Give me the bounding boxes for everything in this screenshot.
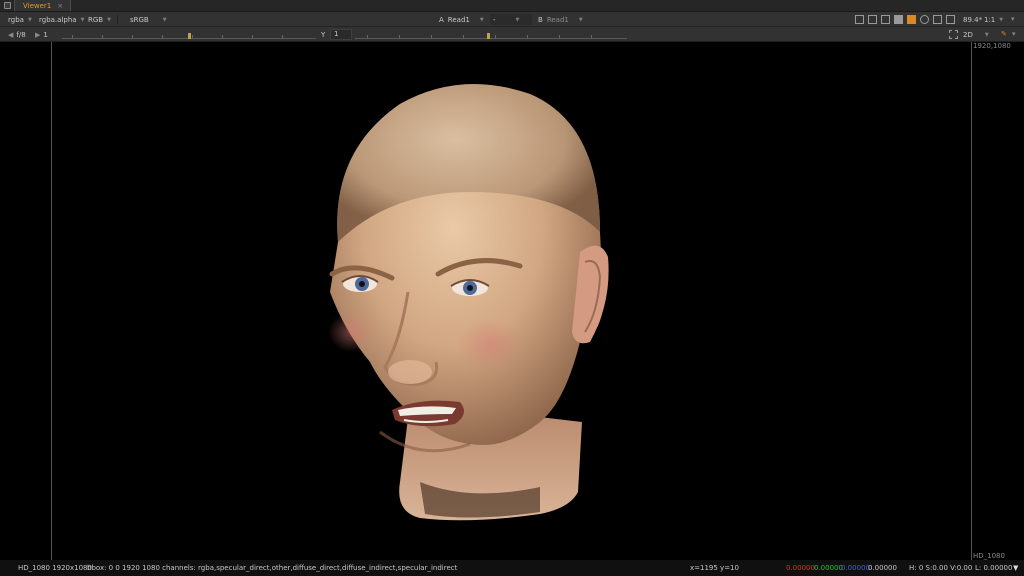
slider-tick bbox=[102, 35, 103, 38]
format-info: HD_1080 1920x1080 bbox=[18, 564, 92, 572]
refresh-icon[interactable] bbox=[920, 15, 929, 24]
slider-tick bbox=[431, 35, 432, 38]
pane-menu-icon[interactable] bbox=[0, 0, 14, 11]
gain-slider[interactable] bbox=[62, 30, 316, 39]
pixel-alpha-value: 0.00000 bbox=[868, 564, 897, 572]
toolbar-divider bbox=[117, 15, 118, 24]
layer-dropdown[interactable]: rgba ▼ bbox=[5, 14, 33, 25]
head-render-image bbox=[328, 84, 609, 521]
view-mode-value: 2D bbox=[963, 30, 973, 39]
roi-icon[interactable] bbox=[855, 15, 864, 24]
zoom-dropdown[interactable]: 89.4* bbox=[960, 14, 982, 25]
chevron-left-icon: ◀ bbox=[8, 30, 14, 39]
brush-icon[interactable]: ✎ bbox=[1001, 30, 1010, 39]
viewer-canvas[interactable]: 1920,1080 HD_1080 bbox=[0, 42, 1024, 560]
layer-dropdown-value: rgba bbox=[8, 15, 24, 24]
fps-label: f/8 bbox=[16, 30, 26, 39]
chevron-down-icon: ▼ bbox=[999, 16, 1004, 23]
chevron-right-icon: ▶ bbox=[35, 30, 41, 39]
slider-tick bbox=[192, 35, 193, 38]
slider-tick bbox=[252, 35, 253, 38]
chevron-down-icon: ▼ bbox=[984, 31, 989, 38]
lock-icon[interactable] bbox=[933, 15, 942, 24]
pixel-green-value: 0.00000 bbox=[814, 564, 843, 572]
pause-icon[interactable] bbox=[946, 15, 955, 24]
slider-tick bbox=[591, 35, 592, 38]
frame-field[interactable]: ▶ 1 bbox=[32, 29, 58, 40]
chevron-down-icon: ▼ bbox=[515, 16, 520, 23]
chevron-down-icon: ▼ bbox=[107, 16, 111, 23]
viewer-status-bar: HD_1080 1920x1080 bbox: 0 0 1920 1080 ch… bbox=[0, 560, 1024, 576]
tab-label: Viewer1 bbox=[23, 1, 52, 10]
compare-mode-dropdown[interactable]: - ▼ bbox=[490, 14, 532, 25]
fps-control[interactable]: ◀ f/8 bbox=[5, 29, 33, 40]
chevron-down-icon: ▼ bbox=[162, 16, 167, 23]
slider-tick bbox=[527, 35, 528, 38]
slider-tick bbox=[282, 35, 283, 38]
viewer-toolbar-bottom: ◀ f/8 ▶ 1 Y 1 2D ▼ ✎ ▾ bbox=[0, 27, 1024, 42]
display-mode-value: RGB bbox=[88, 15, 104, 24]
gamma-slider[interactable] bbox=[355, 30, 627, 39]
input-a-letter: A bbox=[439, 15, 444, 24]
proxy-ratio-value: 1:1 bbox=[984, 15, 996, 24]
slider-tick bbox=[367, 35, 368, 38]
channel-dropdown[interactable]: rgba.alpha ▼ bbox=[36, 14, 86, 25]
slider-tick bbox=[559, 35, 560, 38]
frame-value: 1 bbox=[43, 30, 48, 39]
compare-mode-value: - bbox=[493, 15, 496, 24]
status-menu-icon[interactable]: ▼ bbox=[1013, 564, 1018, 572]
crop-icon[interactable] bbox=[949, 30, 958, 39]
safe-area-icon[interactable] bbox=[868, 15, 877, 24]
lut-dropdown[interactable]: sRGB ▼ bbox=[127, 14, 169, 25]
gamma-letter: Y bbox=[321, 30, 326, 39]
input-b-letter: B bbox=[538, 15, 543, 24]
dropdown-icon[interactable]: ▾ bbox=[1012, 30, 1021, 39]
viewer-toolbar-top: rgba ▼ rgba.alpha ▼ RGB ▼ sRGB ▼ A Read1 ▼ - ▼… bbox=[0, 12, 1024, 27]
slider-tick bbox=[132, 35, 133, 38]
gamma-field[interactable]: 1 bbox=[330, 29, 352, 40]
chevron-down-icon: ▼ bbox=[578, 16, 583, 23]
proxy-icon[interactable] bbox=[907, 15, 916, 24]
slider-handle[interactable] bbox=[188, 33, 191, 39]
chevron-down-icon: ▼ bbox=[27, 16, 32, 23]
chevron-down-icon: ▼ bbox=[80, 16, 85, 23]
channel-dropdown-value: rgba.alpha bbox=[39, 15, 77, 24]
chevron-down-icon: ▼ bbox=[479, 16, 484, 23]
input-a-value: Read1 bbox=[447, 15, 470, 24]
slider-tick bbox=[222, 35, 223, 38]
luma-readout: L: 0.00000 bbox=[975, 564, 1013, 572]
display-mode-dropdown[interactable]: RGB ▼ bbox=[85, 14, 115, 25]
slider-tick bbox=[162, 35, 163, 38]
cursor-coords: x=1195 y=10 bbox=[690, 564, 739, 572]
pixel-blue-value: 0.00000 bbox=[841, 564, 870, 572]
slider-tick bbox=[72, 35, 73, 38]
slider-handle[interactable] bbox=[487, 33, 490, 39]
viewer-tab-bar: Viewer1 × bbox=[0, 0, 1024, 12]
zoom-value: 89.4* bbox=[963, 15, 983, 24]
bbox-info: bbox: 0 0 1920 1080 channels: rgba,specu… bbox=[87, 564, 458, 572]
mask-overlay-icon[interactable] bbox=[881, 15, 890, 24]
hsv-readout: H: 0 S:0.00 V:0.00 bbox=[909, 564, 973, 572]
tab-viewer1[interactable]: Viewer1 × bbox=[14, 0, 72, 11]
gamma-value: 1 bbox=[334, 30, 339, 38]
view-mode-dropdown[interactable]: 2D ▼ bbox=[960, 29, 996, 40]
slider-tick bbox=[495, 35, 496, 38]
input-a-dropdown[interactable]: A Read1 ▼ bbox=[436, 14, 490, 25]
pixel-red-value: 0.00000 bbox=[786, 564, 815, 572]
input-b-dropdown[interactable]: B Read1 ▼ bbox=[535, 14, 585, 25]
gamma-label: Y bbox=[318, 29, 330, 40]
lut-dropdown-value: sRGB bbox=[130, 15, 149, 24]
proxy-ratio-dropdown[interactable]: 1:1 ▼ bbox=[981, 14, 1003, 25]
slider-tick bbox=[399, 35, 400, 38]
clipping-warning-icon[interactable] bbox=[894, 15, 903, 24]
slider-tick bbox=[463, 35, 464, 38]
input-b-value: Read1 bbox=[546, 15, 569, 24]
pane-dropdown-icon[interactable]: ▾ bbox=[1011, 15, 1020, 24]
close-icon[interactable]: × bbox=[57, 2, 63, 10]
